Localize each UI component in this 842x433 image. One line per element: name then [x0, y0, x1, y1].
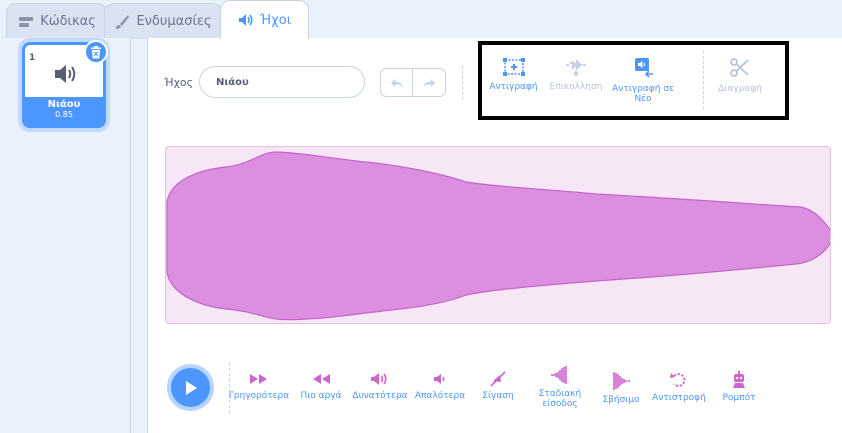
effect-softer-button[interactable]: Απαλότερα [412, 371, 468, 401]
copy-to-new-icon [635, 58, 653, 78]
sound-name-label: Ήχος [164, 76, 194, 89]
effect-fade-in-label: Σταδιακή είσοδος [538, 389, 582, 409]
effect-faster-button[interactable]: Γρηγορότερα [228, 371, 290, 401]
tab-costumes-label: Ενδυμασίες [136, 14, 212, 29]
speaker-icon [55, 65, 76, 83]
effect-reverse-button[interactable]: Αντιστροφή [651, 371, 707, 403]
tab-sounds[interactable]: Ήχοι [220, 0, 309, 39]
sound-tile-name: Νιάου [47, 99, 81, 110]
undo-icon [390, 78, 403, 87]
tab-code-label: Κώδικας [40, 14, 96, 29]
waveform-panel[interactable] [165, 146, 831, 324]
effect-mute-label: Σίγαση [482, 391, 514, 401]
tab-code[interactable]: Κώδικας [6, 3, 108, 39]
effect-fade-in-button[interactable]: Σταδιακή είσοδος [526, 365, 594, 409]
speaker-icon [238, 14, 253, 26]
play-button[interactable] [167, 364, 214, 411]
editor-tabs: Κώδικας Ενδυμασίες Ήχοι [0, 0, 842, 39]
effect-mute-button[interactable]: Σίγαση [475, 371, 521, 401]
effect-fade-out-label: Σβήσιμο [602, 395, 640, 405]
toolbar-divider [462, 66, 463, 100]
mute-icon [490, 371, 506, 387]
tab-costumes[interactable]: Ενδυμασίες [104, 3, 222, 39]
rewind-icon [313, 374, 330, 384]
sound-name-input[interactable] [199, 66, 365, 98]
paste-icon [566, 60, 586, 76]
redo-icon [423, 78, 435, 87]
delete-sound-button[interactable] [84, 40, 108, 64]
fast-forward-icon [250, 374, 267, 384]
effect-louder-button[interactable]: Δυνατότερα [350, 371, 410, 401]
effect-robot-button[interactable]: Ρομπότ [713, 371, 765, 403]
delete-label: Διαγραφή [718, 84, 762, 94]
tools-divider [703, 51, 704, 109]
sound-tile-duration: 0.85 [55, 110, 73, 119]
sound-tile-footer: Νιάου 0.85 [25, 97, 103, 125]
copy-to-new-button[interactable]: Αντιγραφή σε Νέο [608, 57, 678, 104]
effect-reverse-label: Αντιστροφή [652, 393, 706, 403]
sound-list: 1 Νιάου 0.85 [0, 38, 131, 433]
sound-editor: Ήχος Αντιγραφή [147, 38, 842, 433]
reverse-icon [670, 373, 686, 387]
trash-icon [91, 45, 101, 58]
edit-tools-group: Αντιγραφή Επικόλληση Αντιγραφή σε Νέο Δι… [478, 41, 789, 120]
volume-down-icon [434, 374, 445, 384]
copy-to-new-label: Αντιγραφή σε Νέο [612, 84, 674, 104]
effect-louder-label: Δυνατότερα [352, 391, 408, 401]
undo-button[interactable] [380, 68, 413, 97]
robot-icon [733, 371, 745, 388]
code-icon [19, 16, 34, 27]
scissors-icon [730, 58, 749, 77]
copy-label: Αντιγραφή [489, 82, 538, 92]
effect-robot-label: Ρομπότ [722, 393, 756, 403]
play-icon [185, 380, 197, 395]
fade-in-icon [551, 366, 567, 384]
effect-softer-label: Απαλότερα [414, 391, 466, 401]
effect-faster-label: Γρηγορότερα [228, 391, 290, 401]
waveform [166, 151, 830, 321]
paste-button[interactable]: Επικόλληση [546, 57, 606, 92]
tab-sounds-label: Ήχοι [259, 12, 292, 28]
delete-button[interactable]: Διαγραφή [711, 57, 769, 94]
undo-redo-group [380, 68, 446, 97]
paste-label: Επικόλληση [549, 82, 603, 92]
volume-up-icon [371, 373, 387, 385]
effect-slower-button[interactable]: Πιο αργά [295, 371, 347, 401]
effect-slower-label: Πιο αργά [300, 391, 342, 401]
sound-tile-index: 1 [29, 53, 36, 63]
copy-icon [502, 58, 525, 76]
effect-fade-out-button[interactable]: Σβήσιμο [597, 371, 645, 405]
redo-button[interactable] [413, 68, 446, 97]
costume-brush-icon [116, 14, 130, 29]
fade-out-icon [613, 372, 630, 390]
copy-button[interactable]: Αντιγραφή [486, 57, 541, 92]
